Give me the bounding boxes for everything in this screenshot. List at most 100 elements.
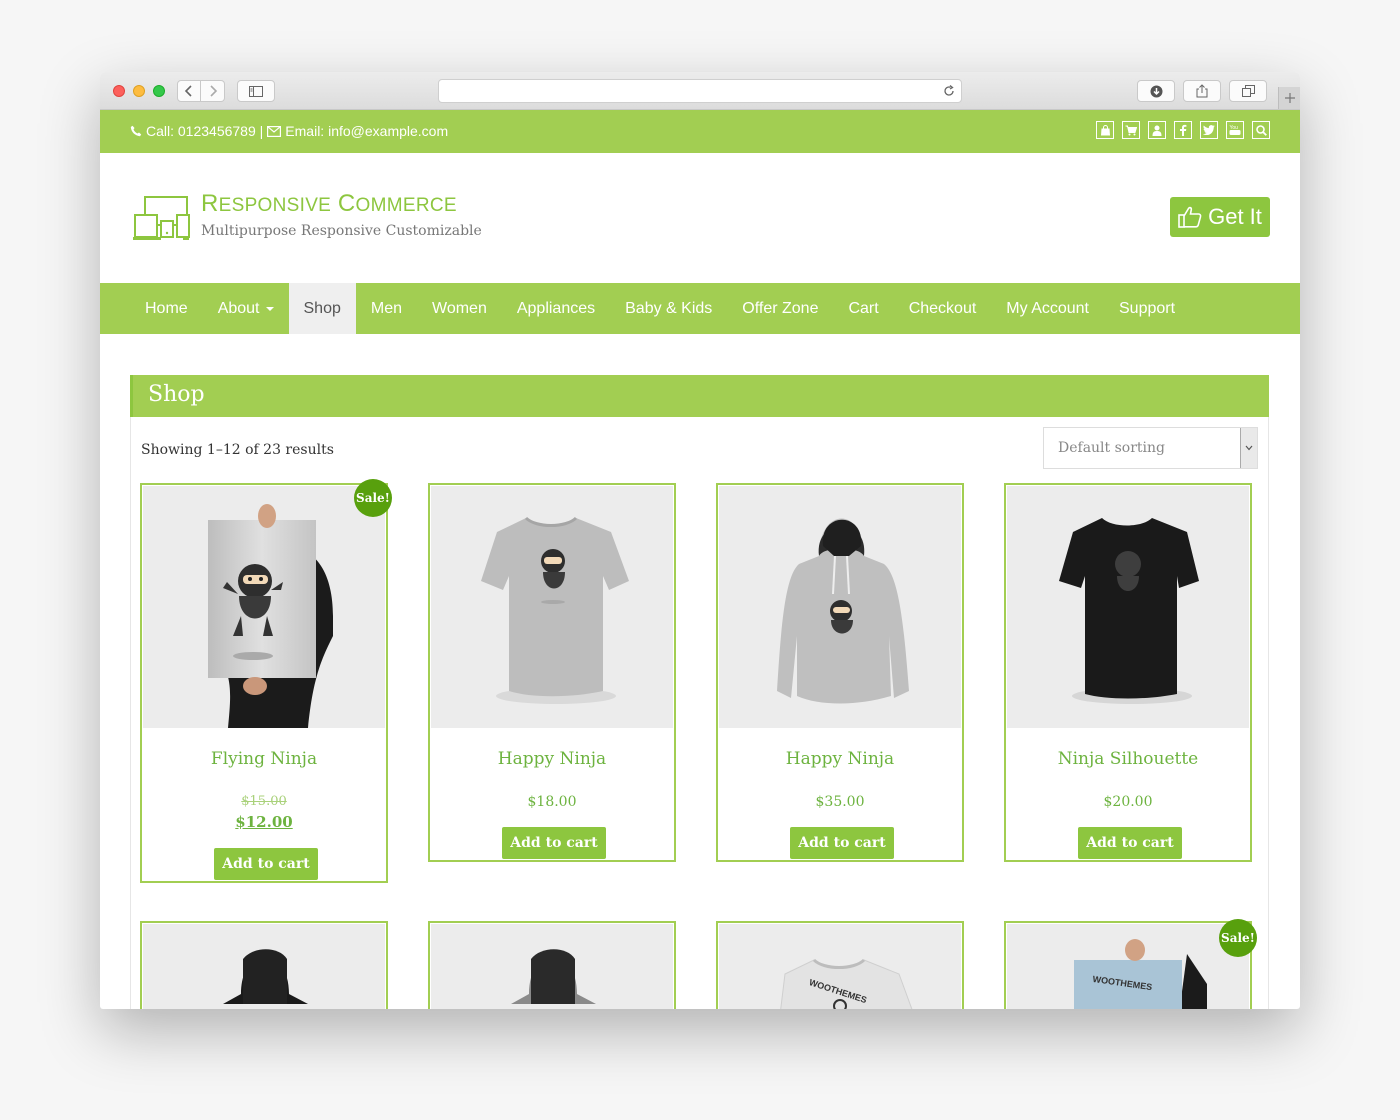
chevron-left-icon <box>184 85 192 97</box>
product-image[interactable] <box>1007 486 1249 728</box>
nav-item-offer-zone[interactable]: Offer Zone <box>727 283 833 334</box>
sorting-select[interactable]: Default sorting <box>1043 427 1258 469</box>
nav-item-home[interactable]: Home <box>130 283 203 334</box>
product-title[interactable]: Happy Ninja <box>430 749 674 769</box>
envelope-icon <box>267 125 282 137</box>
downloads-button[interactable] <box>1137 80 1175 102</box>
product-card[interactable]: Flying Ninja $15.00 $12.00 Add to cart <box>140 483 388 883</box>
sale-badge: Sale! <box>354 479 392 517</box>
product-card[interactable]: WOOTHEMES <box>716 921 964 1009</box>
nav-item-label: Home <box>145 299 188 317</box>
add-to-cart-button[interactable]: Add to cart <box>1078 827 1182 859</box>
chevron-right-icon <box>209 85 217 97</box>
get-it-label: Get It <box>1208 204 1262 229</box>
sidebar-toggle-button[interactable] <box>237 80 275 102</box>
tabs-overview-button[interactable] <box>1229 80 1267 102</box>
nav-item-baby-kids[interactable]: Baby & Kids <box>610 283 727 334</box>
product-old-price: $15.00 <box>241 794 287 809</box>
product-image[interactable] <box>143 924 385 1009</box>
browser-toolbar <box>100 72 1300 110</box>
address-bar[interactable] <box>438 79 962 103</box>
contact-email-link[interactable]: Email: info@example.com <box>285 123 448 139</box>
nav-item-label: My Account <box>1006 299 1089 317</box>
nav-item-label: Support <box>1119 299 1176 317</box>
site-title-ommerce: OMMERCE <box>355 195 457 216</box>
product-price: $18.00 <box>527 794 577 810</box>
zoom-window-button[interactable] <box>153 85 165 97</box>
youtube-icon[interactable]: You <box>1226 121 1244 139</box>
page-title: Shop <box>148 382 205 407</box>
product-image[interactable] <box>431 486 673 728</box>
top-contact-bar: Call: 0123456789 | Email: info@example.c… <box>100 110 1300 153</box>
forward-button[interactable] <box>201 80 225 102</box>
sale-badge: Sale! <box>1219 919 1257 957</box>
reload-icon[interactable] <box>943 85 955 97</box>
twitter-icon[interactable] <box>1200 121 1218 139</box>
close-window-button[interactable] <box>113 85 125 97</box>
product-title[interactable]: Happy Ninja <box>718 749 962 769</box>
get-it-button[interactable]: Get It <box>1170 197 1270 237</box>
phone-icon <box>130 125 142 137</box>
nav-item-women[interactable]: Women <box>417 283 502 334</box>
product-card[interactable] <box>140 921 388 1009</box>
nav-item-about[interactable]: About <box>203 283 289 334</box>
contact-info: Call: 0123456789 | Email: info@example.c… <box>130 123 448 139</box>
site-title-esponsive: ESPONSIVE <box>218 195 332 216</box>
nav-item-label: Shop <box>303 299 341 317</box>
nav-item-label: About <box>217 299 260 317</box>
nav-item-label: Checkout <box>908 299 977 317</box>
product-card[interactable]: Happy Ninja $18.00 Add to cart <box>428 483 676 862</box>
caret-down-icon <box>265 306 274 311</box>
facebook-icon[interactable] <box>1174 121 1192 139</box>
shopping-bag-icon[interactable] <box>1096 121 1114 139</box>
thumbs-up-icon <box>1178 206 1202 228</box>
product-card[interactable]: Happy Ninja $35.00 Add to cart <box>716 483 964 862</box>
nav-item-label: Appliances <box>516 299 596 317</box>
nav-item-appliances[interactable]: Appliances <box>502 283 610 334</box>
add-to-cart-button[interactable]: Add to cart <box>214 848 318 880</box>
product-card[interactable] <box>428 921 676 1009</box>
plus-icon <box>1284 93 1295 103</box>
product-image[interactable] <box>143 486 385 728</box>
nav-item-label: Baby & Kids <box>625 299 713 317</box>
tabs-icon <box>1241 85 1255 97</box>
product-image[interactable]: WOOTHEMES <box>1007 924 1249 1009</box>
site-title-c: C <box>337 190 356 217</box>
sorting-value: Default sorting <box>1058 440 1165 456</box>
product-title[interactable]: Flying Ninja <box>142 749 386 769</box>
site-title[interactable]: RESPONSIVE COMMERCE <box>201 190 457 218</box>
result-count: Showing 1–12 of 23 results <box>141 442 334 458</box>
product-image[interactable] <box>719 486 961 728</box>
main-navigation: Home About Shop Men Women Appliances Bab… <box>100 283 1300 334</box>
nav-item-my-account[interactable]: My Account <box>991 283 1104 334</box>
contact-phone-text: Call: 0123456789 | <box>146 123 264 139</box>
nav-item-shop[interactable]: Shop <box>288 283 356 334</box>
product-title[interactable]: Ninja Silhouette <box>1006 749 1250 769</box>
nav-item-label: Cart <box>848 299 879 317</box>
nav-item-men[interactable]: Men <box>356 283 417 334</box>
product-image[interactable]: WOOTHEMES <box>719 924 961 1009</box>
back-button[interactable] <box>177 80 201 102</box>
product-card[interactable]: WOOTHEMES <box>1004 921 1252 1009</box>
user-icon[interactable] <box>1148 121 1166 139</box>
nav-item-cart[interactable]: Cart <box>833 283 893 334</box>
chevron-down-icon <box>1240 428 1257 468</box>
site-title-r: R <box>201 190 219 217</box>
add-to-cart-button[interactable]: Add to cart <box>502 827 606 859</box>
page-title-bar: Shop <box>130 375 1269 417</box>
site-logo-icon[interactable] <box>133 195 193 243</box>
social-icons: You <box>1096 121 1270 139</box>
cart-icon[interactable] <box>1122 121 1140 139</box>
minimize-window-button[interactable] <box>133 85 145 97</box>
product-card[interactable]: Ninja Silhouette $20.00 Add to cart <box>1004 483 1252 862</box>
site-tagline: Multipurpose Responsive Customizable <box>201 223 482 239</box>
search-icon[interactable] <box>1252 121 1270 139</box>
share-button[interactable] <box>1183 80 1221 102</box>
product-image[interactable] <box>431 924 673 1009</box>
nav-item-checkout[interactable]: Checkout <box>894 283 992 334</box>
sidebar-icon <box>249 85 263 97</box>
nav-item-support[interactable]: Support <box>1104 283 1190 334</box>
nav-item-label: Men <box>370 299 402 317</box>
new-tab-button[interactable] <box>1278 87 1300 109</box>
add-to-cart-button[interactable]: Add to cart <box>790 827 894 859</box>
